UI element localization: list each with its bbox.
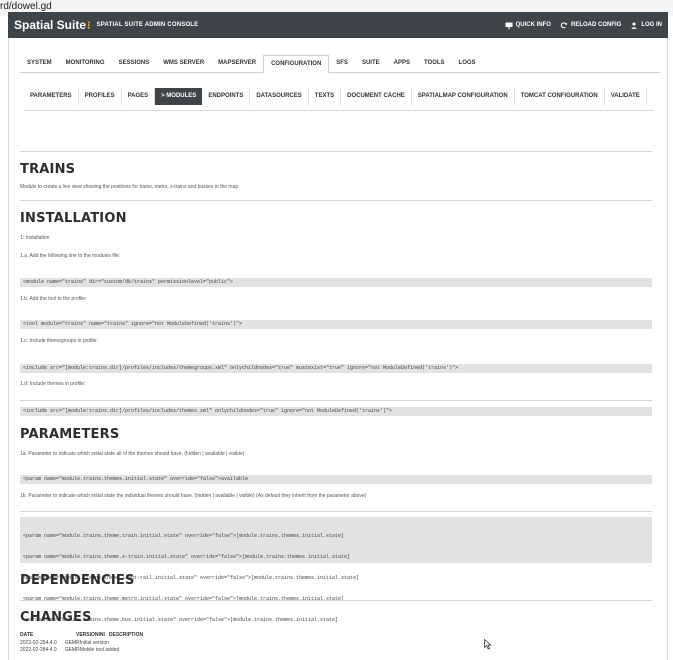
code-block-themes: <include src="[module:trains.dir]/profil… — [20, 407, 652, 416]
parameters-heading: PARAMETERS — [20, 427, 120, 442]
brand-name: Spatial Suite — [14, 18, 87, 32]
change-ini: GEMR — [64, 647, 80, 653]
tab-monitoring[interactable]: MONITORING — [59, 55, 112, 72]
section-divider — [20, 200, 652, 201]
tab-sfs[interactable]: SFS — [329, 55, 355, 72]
column-header-date: DATE — [20, 632, 34, 638]
column-header-ini: INI — [98, 632, 105, 638]
reload-config-label: RELOAD CONFIG — [570, 22, 622, 28]
parameter-1b-text: 1b. Parameter to indicate which initial … — [20, 493, 367, 499]
installation-heading: INSTALLATION — [20, 211, 127, 226]
changes-table: DATE VERSION INI DESCRIPTION 2022-02-25 … — [20, 632, 320, 653]
subtab-profiles[interactable]: PROFILES — [79, 88, 122, 105]
subtab-validate[interactable]: VALIDATE — [605, 88, 647, 105]
user-icon — [631, 21, 638, 29]
main-nav: SYSTEM MONITORING SESSIONS WMS SERVER MA… — [20, 55, 660, 73]
tab-apps[interactable]: APPS — [387, 55, 417, 72]
changes-table-header: DATE VERSION INI DESCRIPTION — [20, 632, 320, 638]
parameter-1a-text: 1a. Parameter to indicate which initial … — [20, 451, 245, 457]
brand-mark-icon: ⁝ — [87, 20, 91, 32]
top-bar: Spatial Suite⁝ SPATIAL SUITE ADMIN CONSO… — [8, 12, 668, 38]
doc-description: Module to create a live view showing the… — [20, 184, 239, 190]
code-block-themegroups: <include src="[module:trains.dir]/profil… — [20, 364, 652, 373]
code-line: <param name="module.trains.theme.bus.ini… — [23, 617, 339, 623]
code-block-param-theme-states: <param name="module.trains.theme.train.i… — [20, 517, 652, 623]
code-block-param-themes: <param name="module.trains.themes.initia… — [20, 475, 652, 484]
doc-title: TRAINS — [20, 162, 76, 177]
section-divider — [20, 511, 652, 512]
code-line: <param name="module.trains.theme.train.i… — [23, 533, 345, 539]
code-block-module: <module name="trains" dir="custom/dk/tra… — [20, 278, 652, 287]
tab-suite[interactable]: SUITE — [355, 55, 387, 72]
reload-icon — [560, 21, 568, 28]
reload-config-button[interactable]: RELOAD CONFIG — [560, 21, 622, 29]
sub-nav: PARAMETERS PROFILES PAGES > MODULES ENDP… — [24, 88, 654, 111]
console-title: SPATIAL SUITE ADMIN CONSOLE — [96, 22, 199, 28]
mouse-cursor-icon — [484, 639, 492, 650]
dependencies-heading: DEPENDENCIES — [20, 573, 135, 588]
change-description: Initial version — [79, 640, 109, 646]
subtab-parameters[interactable]: PARAMETERS — [24, 88, 79, 105]
subtab-endpoints[interactable]: ENDPOINTS — [202, 88, 251, 105]
subtab-tomcat-configuration[interactable]: TOMCAT CONFIGURATION — [515, 88, 605, 105]
log-in-button[interactable]: LOG IN — [630, 21, 662, 29]
tab-configuration[interactable]: CONFIGURATION — [263, 55, 330, 73]
tab-mapserver[interactable]: MAPSERVER — [211, 55, 263, 72]
change-ini: GEMR — [64, 640, 80, 646]
subtab-datasources[interactable]: DATASOURCES — [250, 88, 309, 105]
change-version: 4.4.0 — [45, 647, 57, 653]
change-date: 2022-02-25 — [20, 640, 46, 646]
installation-intro: 1: Installation — [20, 235, 50, 241]
brand-logo[interactable]: Spatial Suite⁝ — [8, 18, 91, 32]
subtab-spatialmap-configuration[interactable]: SPATIALMAP CONFIGURATION — [412, 88, 515, 105]
installation-step-d: 1.d: Include themes in profile: — [20, 381, 86, 387]
code-line: <param name="module.trains.theme.s-train… — [23, 554, 351, 560]
log-in-label: LOG IN — [641, 22, 662, 28]
installation-step-b: 1.b. Add the tool to the profile: — [20, 296, 87, 302]
section-divider — [20, 600, 652, 601]
table-row: 2022-02-25 4.4.0 GEMR Initial version — [20, 640, 320, 646]
subtab-texts[interactable]: TEXTS — [309, 88, 342, 105]
change-date: 2022-02-28 — [20, 647, 46, 653]
tab-sessions[interactable]: SESSIONS — [112, 55, 157, 72]
change-version: 4.4.0 — [45, 640, 57, 646]
subtab-pages[interactable]: PAGES — [122, 88, 156, 105]
tab-system[interactable]: SYSTEM — [20, 55, 59, 72]
quick-info-button[interactable]: QUICK INFO — [505, 22, 551, 29]
tab-wms-server[interactable]: WMS SERVER — [156, 55, 211, 72]
code-block-tool: <tool module="trains" name="trains" igno… — [20, 320, 652, 329]
changes-heading: CHANGES — [20, 610, 92, 625]
section-divider — [20, 151, 652, 152]
column-header-version: VERSION — [76, 632, 99, 638]
subtab-document-cache[interactable]: DOCUMENT CACHE — [341, 88, 412, 105]
column-header-description: DESCRIPTION — [108, 632, 144, 638]
installation-step-a: 1.a. Add the following line to the modul… — [20, 253, 121, 259]
top-actions: QUICK INFO RELOAD CONFIG LOG IN — [505, 21, 668, 29]
background-window-text: rd/dowel.gd — [0, 1, 52, 12]
monitor-icon — [505, 22, 513, 29]
subtab-modules[interactable]: > MODULES — [155, 88, 203, 105]
tab-logs[interactable]: LOGS — [452, 55, 483, 72]
change-description: Mobile tool added — [79, 647, 120, 653]
table-row: 2022-02-28 4.4.0 GEMR Mobile tool added — [20, 647, 320, 653]
quick-info-label: QUICK INFO — [515, 22, 551, 28]
installation-step-c: 1.c: Include themegroups in profile: — [20, 338, 98, 344]
tab-tools[interactable]: TOOLS — [417, 55, 452, 72]
section-divider — [20, 400, 652, 401]
